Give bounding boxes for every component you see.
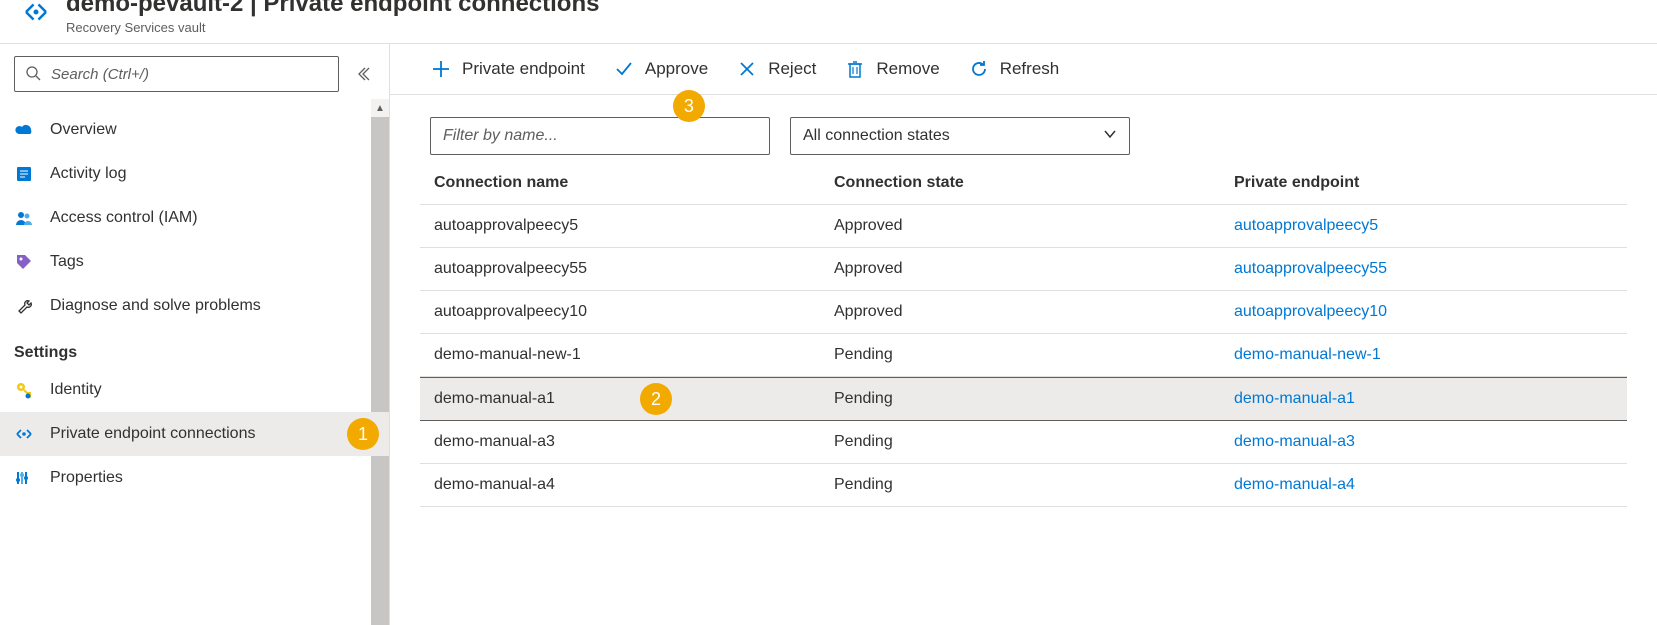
sidebar-nav: Overview Activity log Access control (IA…	[0, 104, 389, 625]
connection-state-dropdown[interactable]: All connection states	[790, 117, 1130, 155]
sidebar-item-tags[interactable]: Tags	[0, 240, 389, 284]
cell-state: Approved	[834, 260, 1234, 278]
page-title: demo-pevault-2 | Private endpoint connec…	[66, 0, 599, 18]
col-connection-name[interactable]: Connection name	[434, 174, 834, 192]
cell-endpoint-link[interactable]: demo-manual-a4	[1234, 476, 1613, 494]
callout-badge-3: 3	[673, 90, 705, 122]
toolbar-label: Refresh	[1000, 59, 1060, 79]
toolbar-label: Private endpoint	[462, 59, 585, 79]
table-row[interactable]: demo-manual-new-1 Pending demo-manual-ne…	[420, 334, 1627, 377]
main-content: Private endpoint Approve 3 Reject Remove	[390, 44, 1657, 625]
cell-state: Approved	[834, 217, 1234, 235]
toolbar-label: Approve	[645, 59, 708, 79]
cell-endpoint-link[interactable]: autoapprovalpeecy10	[1234, 303, 1613, 321]
cell-name: demo-manual-new-1	[434, 346, 834, 364]
cell-endpoint-link[interactable]: autoapprovalpeecy5	[1234, 217, 1613, 235]
cell-state: Pending	[834, 390, 1234, 408]
properties-icon	[14, 468, 34, 488]
refresh-button[interactable]: Refresh	[968, 58, 1060, 80]
sidebar-item-overview[interactable]: Overview	[0, 108, 389, 152]
table-row[interactable]: autoapprovalpeecy10 Approved autoapprova…	[420, 291, 1627, 334]
sidebar: ▲ Overview Activity log Access control (…	[0, 44, 390, 625]
checkmark-icon	[613, 58, 635, 80]
remove-button[interactable]: Remove	[844, 58, 939, 80]
collapse-sidebar-button[interactable]	[351, 62, 375, 86]
cell-name: autoapprovalpeecy10	[434, 303, 834, 321]
sidebar-item-label: Activity log	[50, 165, 126, 183]
endpoint-icon	[14, 424, 34, 444]
col-connection-state[interactable]: Connection state	[834, 174, 1234, 192]
sidebar-search[interactable]	[14, 56, 339, 92]
search-icon	[25, 65, 41, 84]
private-endpoint-button[interactable]: Private endpoint	[430, 58, 585, 80]
approve-button[interactable]: Approve 3	[613, 58, 708, 80]
sidebar-item-label: Diagnose and solve problems	[50, 297, 261, 315]
log-icon	[14, 164, 34, 184]
filter-by-name-input[interactable]	[430, 117, 770, 155]
table-header-row: Connection name Connection state Private…	[420, 167, 1627, 205]
filter-bar: All connection states	[390, 95, 1657, 167]
cell-state: Approved	[834, 303, 1234, 321]
sidebar-search-input[interactable]	[51, 66, 328, 83]
sidebar-item-label: Tags	[50, 253, 84, 271]
sidebar-section-settings: Settings	[0, 328, 389, 368]
callout-badge-1: 1	[347, 418, 379, 450]
toolbar-label: Remove	[876, 59, 939, 79]
cell-name: demo-manual-a3	[434, 433, 834, 451]
dropdown-label: All connection states	[803, 127, 950, 145]
cell-endpoint-link[interactable]: demo-manual-a3	[1234, 433, 1613, 451]
cell-endpoint-link[interactable]: autoapprovalpeecy55	[1234, 260, 1613, 278]
trash-icon	[844, 58, 866, 80]
x-icon	[736, 58, 758, 80]
table-row[interactable]: autoapprovalpeecy5 Approved autoapproval…	[420, 205, 1627, 248]
sidebar-item-identity[interactable]: Identity	[0, 368, 389, 412]
plus-icon	[430, 58, 452, 80]
sidebar-item-properties[interactable]: Properties	[0, 456, 389, 500]
table-row[interactable]: demo-manual-a4 Pending demo-manual-a4	[420, 464, 1627, 507]
connections-table: Connection name Connection state Private…	[390, 167, 1657, 507]
table-row[interactable]: demo-manual-a3 Pending demo-manual-a3	[420, 421, 1627, 464]
sidebar-item-private-endpoint-connections[interactable]: Private endpoint connections 1	[0, 412, 389, 456]
sidebar-item-activity-log[interactable]: Activity log	[0, 152, 389, 196]
page-subtitle: Recovery Services vault	[66, 20, 599, 35]
table-row[interactable]: autoapprovalpeecy55 Approved autoapprova…	[420, 248, 1627, 291]
sidebar-item-diagnose[interactable]: Diagnose and solve problems	[0, 284, 389, 328]
chevron-down-icon	[1103, 127, 1117, 146]
table-row[interactable]: demo-manual-a1 Pending demo-manual-a1 2	[420, 377, 1627, 421]
sidebar-item-access-control[interactable]: Access control (IAM)	[0, 196, 389, 240]
reject-button[interactable]: Reject	[736, 58, 816, 80]
people-icon	[14, 208, 34, 228]
sidebar-item-label: Identity	[50, 381, 102, 399]
key-icon	[14, 380, 34, 400]
wrench-icon	[14, 296, 34, 316]
cell-state: Pending	[834, 476, 1234, 494]
cell-state: Pending	[834, 346, 1234, 364]
cell-name: demo-manual-a4	[434, 476, 834, 494]
cloud-icon	[14, 120, 34, 140]
cell-name: demo-manual-a1	[434, 390, 834, 408]
page-header: demo-pevault-2 | Private endpoint connec…	[0, 0, 1657, 44]
cell-name: autoapprovalpeecy5	[434, 217, 834, 235]
sidebar-item-label: Overview	[50, 121, 117, 139]
refresh-icon	[968, 58, 990, 80]
sidebar-item-label: Properties	[50, 469, 123, 487]
cell-name: autoapprovalpeecy55	[434, 260, 834, 278]
toolbar-label: Reject	[768, 59, 816, 79]
cell-endpoint-link[interactable]: demo-manual-new-1	[1234, 346, 1613, 364]
tag-icon	[14, 252, 34, 272]
vault-endpoint-icon	[20, 0, 52, 28]
command-bar: Private endpoint Approve 3 Reject Remove	[390, 44, 1657, 95]
cell-endpoint-link[interactable]: demo-manual-a1	[1234, 390, 1613, 408]
col-private-endpoint[interactable]: Private endpoint	[1234, 174, 1613, 192]
cell-state: Pending	[834, 433, 1234, 451]
callout-badge-2: 2	[640, 383, 672, 415]
sidebar-item-label: Private endpoint connections	[50, 425, 255, 443]
sidebar-item-label: Access control (IAM)	[50, 209, 198, 227]
